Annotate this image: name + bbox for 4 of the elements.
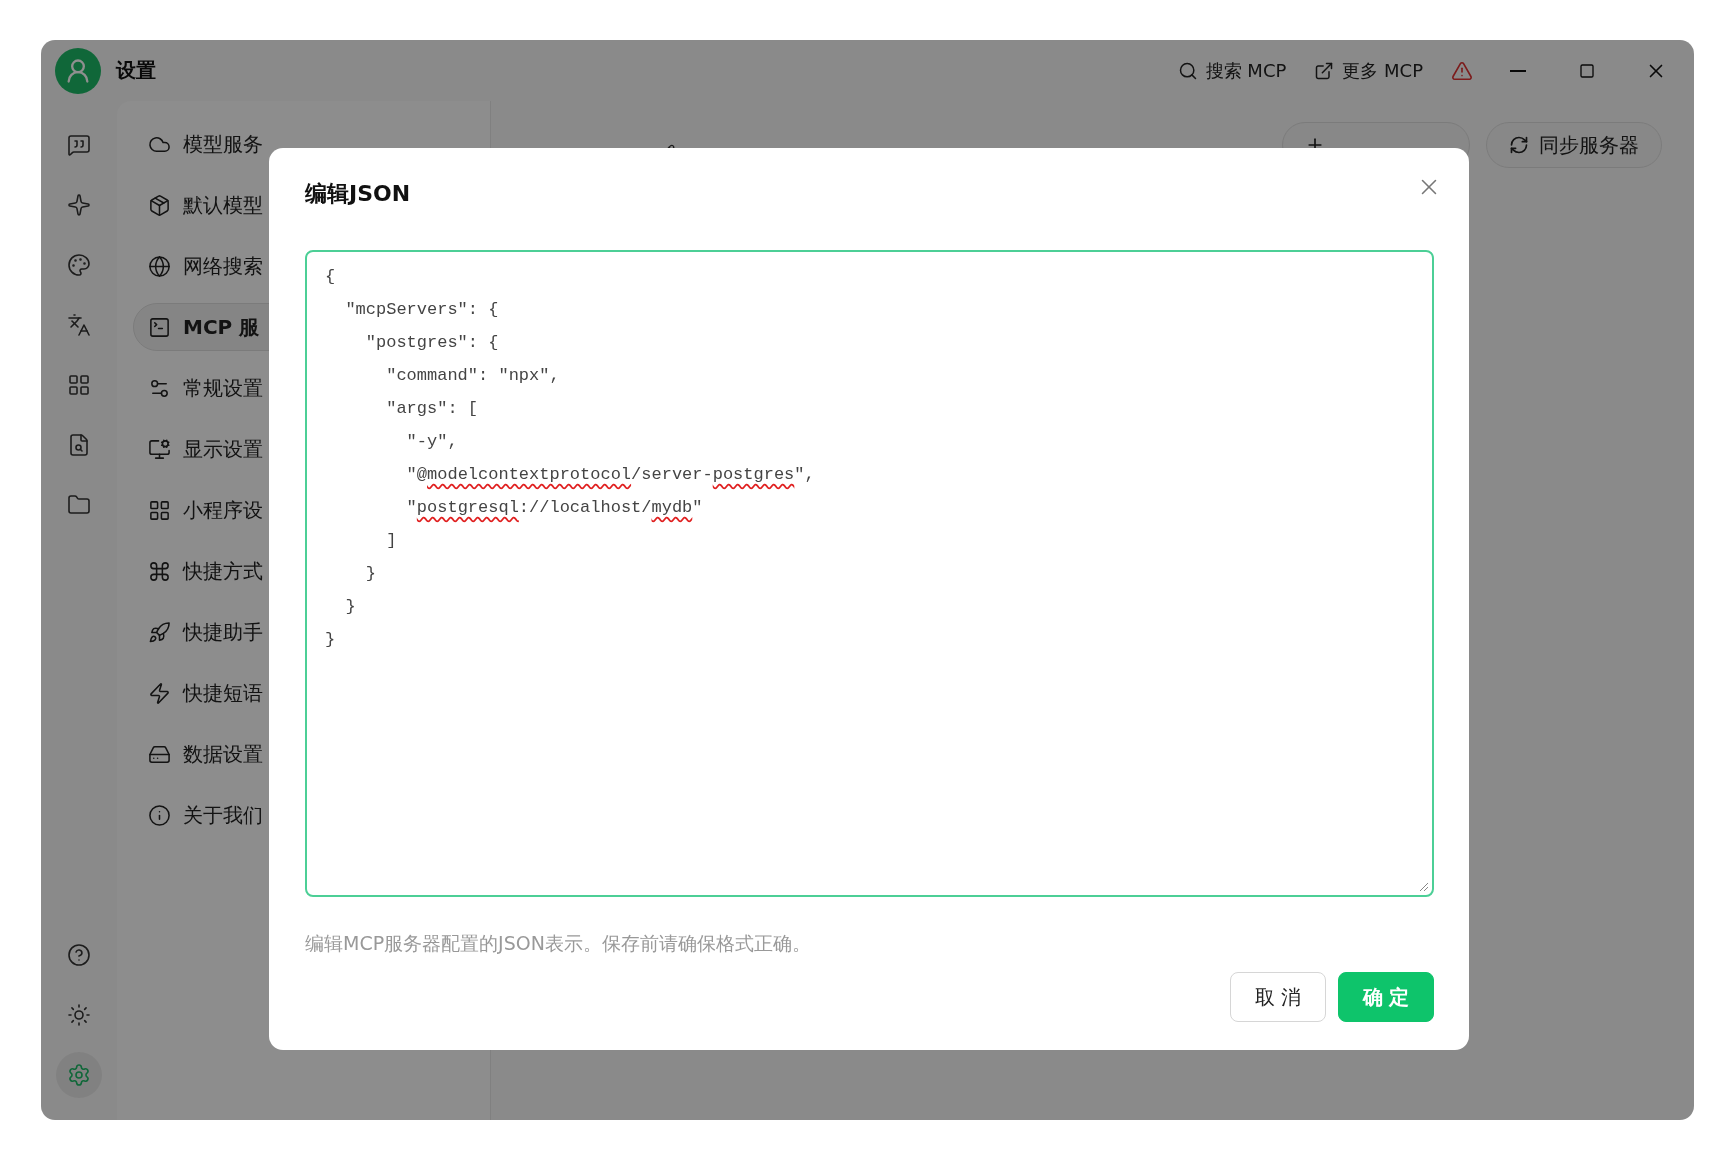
json-text: { "mcpServers": { "postgres": { "command": "npx", "args": [ "-y", "@modelcontextprotocol/server-postgres", "postgresql://localhost/mydb" ] } } } bbox=[325, 266, 816, 651]
dialog-title: 编辑JSON bbox=[305, 180, 411, 208]
window-title: 设置 bbox=[116, 57, 156, 84]
hint-text: 编辑MCP服务器配置的JSON表示。保存前请确保格式正确。 bbox=[305, 931, 812, 956]
